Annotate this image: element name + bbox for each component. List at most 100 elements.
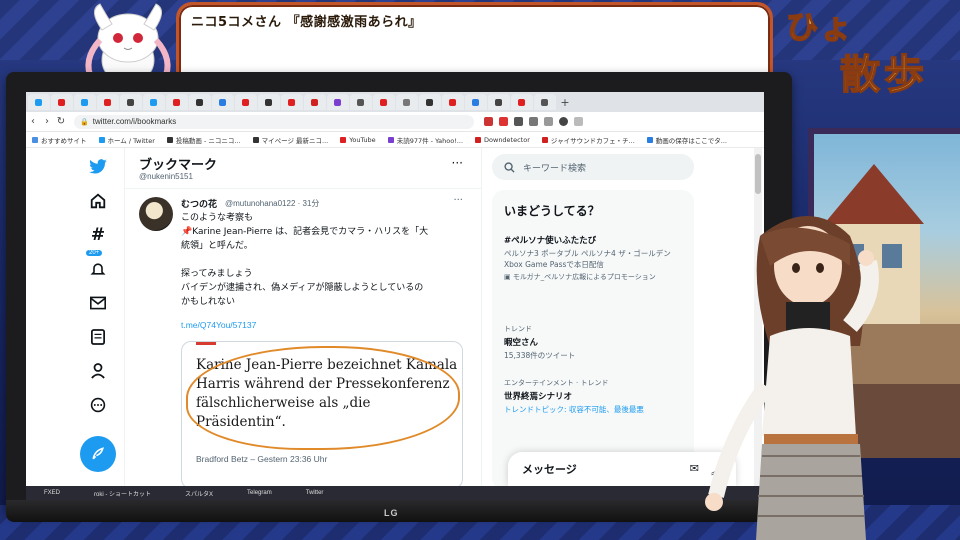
url-text: twitter.com/i/bookmarks [92, 117, 177, 126]
promoted-icon: ▣ [504, 273, 513, 281]
tab-favicon-icon [219, 98, 226, 106]
browser-tab[interactable] [74, 94, 96, 110]
extension-icon[interactable] [529, 117, 538, 126]
notifications-bell-icon[interactable]: 20+ [80, 250, 116, 282]
home-icon[interactable] [80, 188, 116, 214]
tweet-more-icon[interactable]: ··· [453, 195, 463, 206]
browser-tab[interactable] [28, 94, 50, 110]
browser-tab[interactable] [350, 94, 372, 110]
trend-item[interactable]: #ペルソナ使いふたたび ペルソナ3 ポータブル ペルソナ4 ザ・ゴールデン Xb… [504, 232, 686, 282]
bookmark-item[interactable]: おすすめサイト [32, 135, 87, 145]
bookmark-item[interactable]: ホーム / Twitter [98, 135, 155, 145]
browser-window: + ‹ › ↻ 🔒 twitter.com/i/bookmarks おすすめサイ… [26, 92, 764, 486]
browser-tab[interactable] [488, 94, 510, 110]
bookmark-item[interactable]: 投稿動画 - ニコニコ... [166, 135, 241, 145]
reload-icon[interactable]: ↻ [54, 116, 68, 127]
menu-dots-icon[interactable] [574, 117, 583, 126]
tweet-link-card[interactable]: Karine Jean-Pierre bezeichnet Kamala Har… [181, 341, 463, 486]
page-handle: @nukenin5151 [139, 172, 193, 181]
taskbar-item[interactable]: Twitter [306, 490, 324, 496]
trend-description: ペルソナ3 ポータブル ペルソナ4 ザ・ゴールデン Xbox Game Pass… [504, 249, 671, 269]
bookmark-item[interactable]: YouTube [340, 136, 376, 144]
scroll-thumb[interactable] [755, 154, 761, 194]
twitter-bird-icon[interactable] [80, 154, 116, 180]
lists-icon[interactable] [80, 324, 116, 350]
bookmark-favicon-icon [340, 136, 347, 143]
browser-tab[interactable] [189, 94, 211, 110]
bookmark-item[interactable]: マイページ 最新ニコ... [252, 135, 329, 145]
bookmark-favicon-icon [166, 136, 173, 143]
search-box[interactable]: キーワード検索 [492, 154, 694, 180]
bookmark-item[interactable]: 動画の保存はここでタ... [646, 135, 727, 145]
bookmark-favicon-icon [98, 136, 105, 143]
taskbar-item[interactable]: FXED [44, 490, 60, 496]
messages-title: メッセージ [522, 463, 577, 476]
tab-favicon-icon [518, 98, 525, 106]
page-more-icon[interactable]: ··· [452, 156, 463, 170]
trend-item[interactable]: エンターテインメント · トレンド 世界終焉シナリオ トレンドトピック: 収容不… [504, 378, 686, 415]
browser-tab[interactable] [97, 94, 119, 110]
taskbar-item[interactable]: roki - ショートカット [94, 489, 151, 498]
tab-favicon-icon [127, 98, 134, 106]
browser-tab[interactable] [465, 94, 487, 110]
browser-tab[interactable] [143, 94, 165, 110]
tweet[interactable]: むつの花 @mutunohana0122 · 31分 ··· このような考察も 📌… [125, 188, 481, 486]
extension-icon[interactable] [514, 117, 523, 126]
browser-tab[interactable] [396, 94, 418, 110]
browser-tab[interactable] [327, 94, 349, 110]
trend-name: 世界終焉シナリオ [504, 392, 573, 402]
profile-icon[interactable] [559, 117, 568, 126]
browser-tab[interactable] [534, 94, 556, 110]
browser-tab[interactable] [258, 94, 280, 110]
tab-favicon-icon [58, 98, 65, 106]
browser-tab[interactable] [51, 94, 73, 110]
browser-tab[interactable] [120, 94, 142, 110]
back-arrow-icon[interactable]: ‹ [26, 116, 40, 127]
tab-favicon-icon [81, 98, 88, 106]
tab-bar: + [26, 92, 764, 112]
taskbar-item[interactable]: Telegram [247, 490, 272, 496]
tweet-text-line: 探ってみましょう [181, 269, 253, 279]
browser-tab[interactable] [235, 94, 257, 110]
twitter-page: # 20+ ブックマーク @nukenin5151 ··· むつの花 @mutu… [26, 148, 764, 486]
messages-envelope-icon[interactable] [80, 290, 116, 316]
extension-icon[interactable] [499, 117, 508, 126]
compose-tweet-button[interactable] [80, 436, 116, 472]
bookmark-item[interactable]: 未読977件 - Yahoo!... [387, 135, 464, 145]
tweet-avatar[interactable] [139, 197, 173, 231]
omnibox[interactable]: 🔒 twitter.com/i/bookmarks [74, 114, 474, 129]
bookmark-item[interactable]: ジャイサウンドカフェ・チ... [541, 135, 635, 145]
bookmark-label: 未読977件 - Yahoo!... [396, 136, 464, 145]
browser-tab[interactable] [281, 94, 303, 110]
browser-tab[interactable] [212, 94, 234, 110]
new-tab-button[interactable]: + [557, 96, 573, 109]
forward-arrow-icon[interactable]: › [40, 116, 54, 127]
bookmark-label: マイページ 最新ニコ... [261, 136, 329, 145]
bookmark-favicon-icon [252, 136, 259, 143]
bookmark-label: おすすめサイト [41, 136, 87, 145]
browser-tab[interactable] [442, 94, 464, 110]
bookmark-label: Downdetector [484, 135, 530, 144]
tweet-author-handle[interactable]: @mutunohana0122 · 31分 [225, 198, 319, 209]
explore-hashtag-icon[interactable]: # [80, 222, 116, 248]
address-bar-row: ‹ › ↻ 🔒 twitter.com/i/bookmarks [26, 112, 764, 132]
browser-tab[interactable] [304, 94, 326, 110]
tweet-author-name[interactable]: むつの花 [181, 197, 217, 210]
browser-tab[interactable] [419, 94, 441, 110]
tab-favicon-icon [311, 98, 318, 106]
browser-tab[interactable] [511, 94, 533, 110]
browser-tab[interactable] [166, 94, 188, 110]
tab-favicon-icon [265, 98, 272, 106]
trend-item[interactable]: トレンド 暇空さん 15,338件のツイート [504, 324, 686, 361]
bookmark-item[interactable]: Downdetector [475, 136, 530, 144]
taskbar-item[interactable]: スパルタX [185, 489, 213, 498]
extension-icon[interactable] [544, 117, 553, 126]
tweet-link[interactable]: t.me/Q74You/57137 [181, 320, 256, 330]
trend-description: トレンドトピック: 収容不可能、最後最悪 [504, 405, 644, 414]
extension-icon[interactable] [484, 117, 493, 126]
browser-tab[interactable] [373, 94, 395, 110]
new-message-icon[interactable]: ✉ [690, 462, 699, 478]
profile-person-icon[interactable] [80, 358, 116, 384]
more-options-icon[interactable] [80, 392, 116, 418]
bookmarks-timeline: ブックマーク @nukenin5151 ··· むつの花 @mutunohana… [125, 148, 481, 486]
